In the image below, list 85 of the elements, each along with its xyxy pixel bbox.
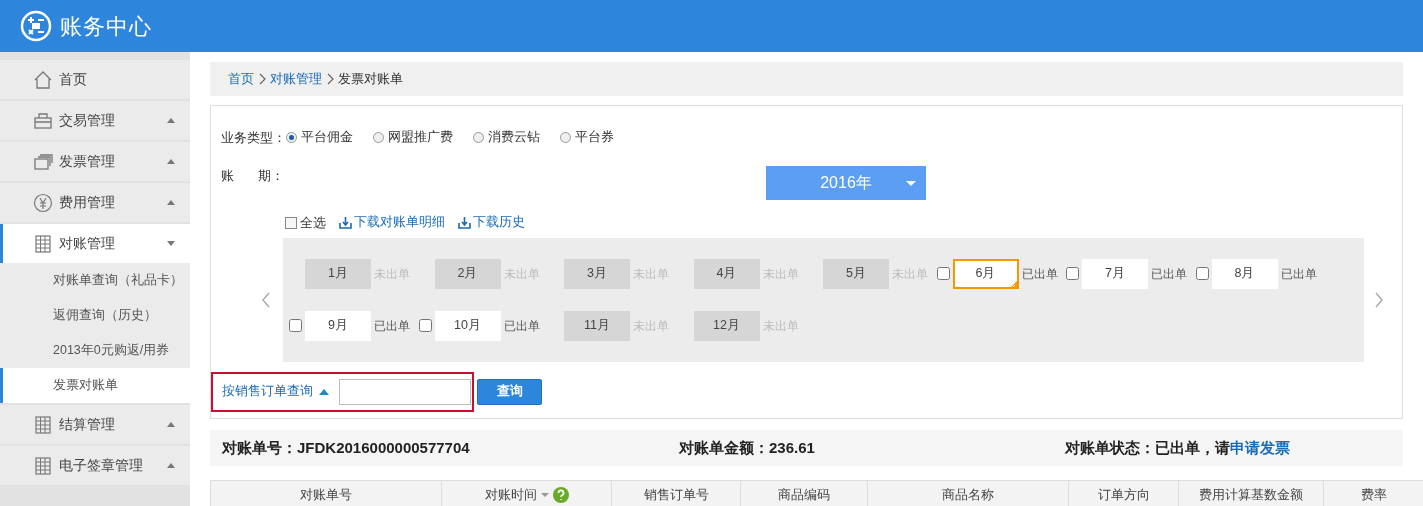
yen-icon — [33, 192, 53, 213]
month-button[interactable]: 3月 — [564, 258, 630, 289]
grid-icon — [33, 233, 53, 254]
month-status: 已出单 — [1021, 265, 1058, 283]
month-button[interactable]: 7月 — [1082, 258, 1148, 289]
sidebar-subitem[interactable]: 返佣查询（历史） — [0, 298, 190, 333]
column-header: 商品名称 — [868, 481, 1069, 506]
sidebar-item[interactable]: 首页 — [0, 60, 190, 99]
sidebar-subitem[interactable]: 2013年0元购返/用券 — [0, 333, 190, 368]
sidebar-item[interactable]: 电子签章管理 — [0, 446, 190, 485]
sidebar-item[interactable]: 结算管理 — [0, 405, 190, 444]
radio-option[interactable]: 消费云钻 — [473, 128, 540, 148]
radio-option[interactable]: 平台券 — [560, 128, 614, 148]
month-button[interactable]: 11月 — [564, 310, 630, 341]
breadcrumb-link[interactable]: 首页 — [228, 69, 254, 89]
corner-check-icon — [1008, 278, 1019, 289]
help-icon — [552, 487, 569, 503]
breadcrumb-link[interactable]: 对账管理 — [270, 69, 322, 89]
month-button[interactable]: 8月 — [1211, 258, 1278, 289]
chevron-right-icon[interactable] — [1374, 291, 1384, 308]
download-link[interactable]: 下载历史 — [458, 213, 526, 232]
checkbox-icon[interactable] — [285, 216, 297, 229]
column-header: 费用计算基数金额 — [1179, 481, 1324, 506]
grid-icon — [33, 455, 53, 476]
download-icon — [339, 216, 353, 229]
field-label: 期： — [258, 166, 284, 185]
column-header: 费率 — [1324, 481, 1423, 506]
month-status: 已出单 — [1151, 265, 1187, 283]
month-button[interactable]: 10月 — [434, 310, 501, 341]
column-header[interactable]: 对账时间 — [442, 481, 612, 506]
stacked-cards-icon — [33, 151, 53, 172]
field-label: 业务类型： — [221, 129, 286, 147]
order-query-toggle[interactable]: 按销售订单查询 — [222, 382, 329, 401]
sidebar-item[interactable]: 对账管理 — [0, 224, 190, 263]
statement-amount: 对账单金额：236.61 — [679, 437, 816, 458]
month-status: 已出单 — [374, 317, 410, 335]
sidebar-item[interactable]: 交易管理 — [0, 101, 190, 140]
home-icon — [33, 69, 53, 90]
radio-icon[interactable] — [473, 132, 484, 144]
month-status: 已出单 — [503, 317, 540, 335]
radio-icon[interactable] — [560, 132, 571, 144]
sidebar-subitem[interactable]: 发票对账单 — [0, 368, 190, 403]
column-header: 销售订单号 — [612, 481, 741, 506]
query-button[interactable]: 查询 — [477, 378, 543, 405]
statement-status: 对账单状态：已出单，请 — [1065, 437, 1230, 458]
month-checkbox[interactable] — [418, 319, 432, 332]
month-checkbox[interactable] — [289, 319, 302, 332]
chevron-left-icon[interactable] — [261, 291, 271, 308]
download-icon — [458, 216, 472, 229]
month-checkbox[interactable] — [1195, 267, 1209, 280]
radio-icon[interactable] — [286, 132, 297, 144]
radio-option[interactable]: 平台佣金 — [286, 128, 353, 148]
month-button[interactable]: 9月 — [305, 310, 371, 341]
toolbox-icon — [33, 110, 53, 131]
month-button[interactable]: 2月 — [434, 258, 501, 289]
sidebar-subitem[interactable]: 对账单查询（礼品卡） — [0, 263, 190, 298]
column-header: 商品编码 — [741, 481, 868, 506]
month-button[interactable]: 1月 — [305, 258, 371, 289]
caret-icon — [319, 388, 329, 395]
caret-icon — [906, 180, 916, 186]
month-button[interactable]: 6月 — [952, 258, 1019, 289]
column-header: 订单方向 — [1069, 481, 1179, 506]
field-label: 账 — [221, 166, 234, 185]
month-checkbox[interactable] — [936, 267, 950, 280]
column-header: 对账单号 — [211, 481, 442, 506]
app-title: 账务中心 — [60, 12, 152, 41]
logo-icon — [20, 10, 52, 42]
download-link[interactable]: 下载对账单明细 — [339, 213, 446, 232]
month-button[interactable]: 4月 — [693, 258, 760, 289]
statement-number: 对账单号：JFDK2016000000577704 — [222, 437, 471, 458]
radio-option[interactable]: 网盟推广费 — [373, 128, 453, 148]
grid-icon — [33, 414, 53, 435]
sidebar-item[interactable]: 费用管理 — [0, 183, 190, 222]
month-button[interactable]: 12月 — [693, 310, 760, 341]
month-status: 已出单 — [1280, 265, 1317, 283]
order-number-field[interactable] — [339, 378, 471, 405]
select-all-checkbox[interactable]: 全选 — [285, 212, 327, 233]
sidebar-item[interactable]: 发票管理 — [0, 142, 190, 181]
apply-invoice-link[interactable]: 申请发票 — [1230, 436, 1290, 460]
month-checkbox[interactable] — [1066, 267, 1079, 280]
breadcrumb-current: 发票对账单 — [338, 70, 403, 88]
radio-icon[interactable] — [373, 132, 384, 144]
chevron-icon — [258, 73, 266, 85]
month-button[interactable]: 5月 — [823, 258, 889, 289]
chevron-icon — [326, 73, 334, 85]
